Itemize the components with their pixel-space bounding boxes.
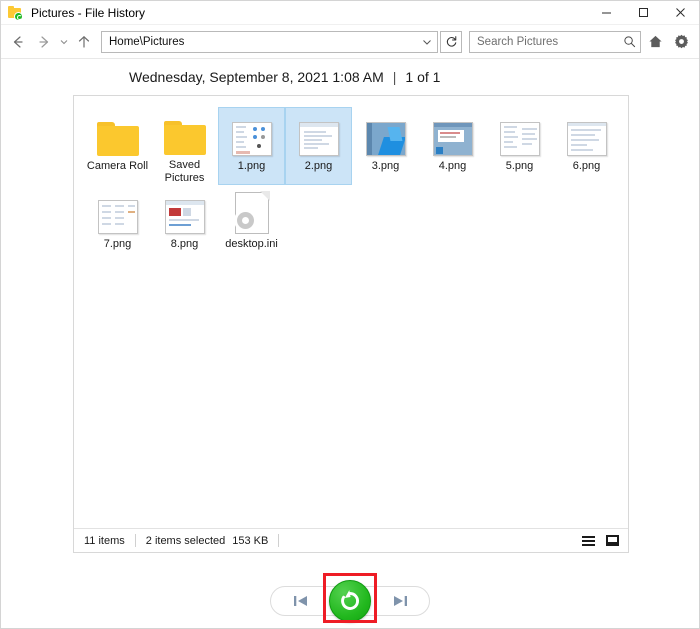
search-icon[interactable]	[618, 35, 640, 48]
file-label: 8.png	[170, 238, 199, 250]
selection-count: 2 items selected	[145, 534, 226, 547]
image-thumbnail	[228, 112, 276, 156]
search-input[interactable]: Search Pictures	[470, 36, 618, 48]
address-bar[interactable]: Home\Pictures	[101, 30, 438, 53]
image-thumbnail	[94, 190, 142, 234]
up-button[interactable]	[71, 29, 97, 55]
config-file-icon	[228, 190, 276, 234]
status-divider	[134, 534, 136, 547]
list-item[interactable]: 1.png	[218, 107, 285, 185]
view-toggle-group	[578, 532, 622, 550]
image-thumbnail	[295, 112, 343, 156]
list-item[interactable]: 6.png	[553, 107, 620, 185]
maximize-button[interactable]	[625, 1, 662, 25]
file-label: Saved Pictures	[164, 159, 205, 184]
recent-locations-button[interactable]	[57, 29, 71, 55]
refresh-button[interactable]	[440, 30, 462, 53]
forward-button[interactable]	[31, 29, 57, 55]
list-item[interactable]: 7.png	[84, 185, 151, 263]
file-history-window: Pictures - File History Home\Pictures Se…	[0, 0, 700, 629]
details-view-icon[interactable]	[578, 532, 598, 550]
folder-icon	[161, 112, 209, 155]
item-count: 11 items	[84, 534, 125, 547]
file-label: 3.png	[371, 160, 400, 172]
restore-button[interactable]	[329, 580, 371, 622]
list-item[interactable]: 8.png	[151, 185, 218, 263]
file-label: Camera Roll	[86, 160, 149, 172]
large-icons-view-icon[interactable]	[602, 532, 622, 550]
folder-icon	[94, 112, 142, 156]
navigation-toolbar: Home\Pictures Search Pictures	[1, 25, 699, 59]
restore-button-wrapper	[323, 573, 377, 624]
list-item[interactable]: 3.png	[352, 107, 419, 185]
nav-pill	[270, 573, 430, 623]
version-navigation-bar	[1, 573, 699, 628]
list-item[interactable]: Camera Roll	[84, 107, 151, 185]
image-thumbnail	[563, 112, 611, 156]
file-label: 4.png	[438, 160, 467, 172]
status-bar: 11 items 2 items selected 153 KB	[74, 528, 628, 552]
file-label: desktop.ini	[225, 238, 278, 250]
file-label: 5.png	[505, 160, 534, 172]
minimize-button[interactable]	[588, 1, 625, 25]
window-controls	[588, 1, 699, 25]
image-thumbnail	[161, 190, 209, 234]
next-version-button[interactable]	[379, 587, 419, 615]
list-item[interactable]: 5.png	[486, 107, 553, 185]
status-divider-2	[278, 534, 280, 547]
folder-history-icon	[8, 5, 24, 21]
file-label: 7.png	[103, 238, 132, 250]
list-item[interactable]: 4.png	[419, 107, 486, 185]
file-label: 1.png	[237, 160, 266, 172]
window-title: Pictures - File History	[31, 5, 146, 20]
file-grid[interactable]: Camera Roll Saved Pictures 1.png 2.png 3…	[74, 96, 628, 528]
list-item[interactable]: 2.png	[285, 107, 352, 185]
version-datetime: Wednesday, September 8, 2021 1:08 AM	[129, 69, 384, 85]
chevron-down-icon[interactable]	[417, 32, 437, 52]
image-thumbnail	[429, 112, 477, 156]
file-label: 2.png	[304, 160, 333, 172]
list-item[interactable]: Saved Pictures	[151, 107, 218, 185]
image-thumbnail	[496, 112, 544, 156]
gear-icon[interactable]	[669, 29, 693, 55]
previous-version-button[interactable]	[281, 587, 321, 615]
list-item[interactable]: desktop.ini	[218, 185, 285, 263]
content-area: Camera Roll Saved Pictures 1.png 2.png 3…	[1, 95, 699, 574]
header-separator: |	[392, 69, 397, 85]
address-path: Home\Pictures	[109, 35, 185, 48]
search-box[interactable]: Search Pictures	[469, 30, 641, 53]
image-thumbnail	[362, 112, 410, 156]
selection-size: 153 KB	[232, 534, 269, 547]
home-icon[interactable]	[643, 29, 667, 55]
file-label: 6.png	[572, 160, 601, 172]
close-button[interactable]	[662, 1, 699, 25]
title-bar: Pictures - File History	[1, 1, 699, 25]
file-panel: Camera Roll Saved Pictures 1.png 2.png 3…	[73, 95, 629, 553]
back-button[interactable]	[5, 29, 31, 55]
version-count: 1 of 1	[405, 69, 441, 85]
version-header: Wednesday, September 8, 2021 1:08 AM | 1…	[1, 59, 699, 95]
